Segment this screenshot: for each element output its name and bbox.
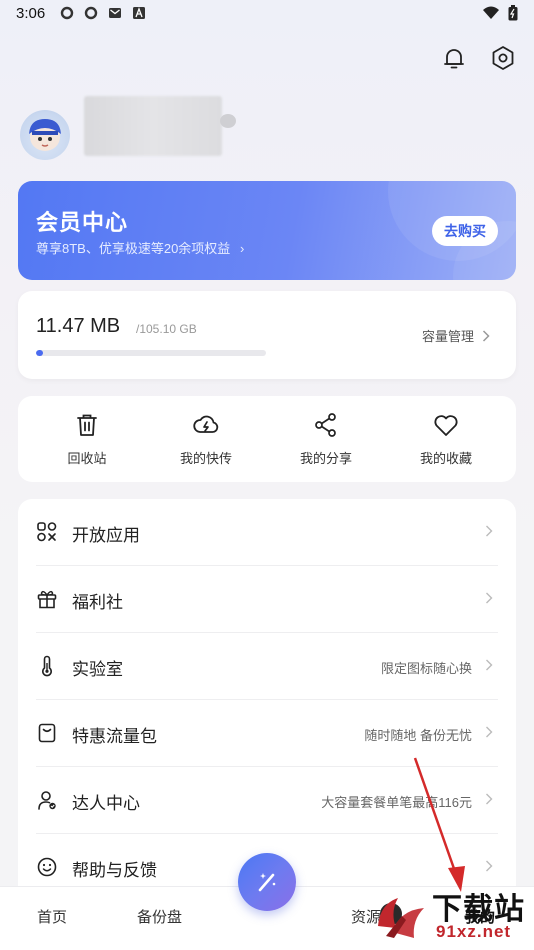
- menu-item-welfare[interactable]: 福利社: [18, 566, 516, 633]
- magic-wand-icon: [258, 873, 276, 892]
- settings-icon[interactable]: [489, 44, 517, 72]
- nav-tab-backup[interactable]: 备份盘: [137, 906, 182, 927]
- circle-sync-icon: [84, 6, 98, 20]
- vip-center-card[interactable]: 会员中心 尊享8TB、优享极速等20余项权益 › 去购买: [18, 181, 516, 280]
- chevron-right-icon: [486, 592, 493, 604]
- menu-item-label: 特惠流量包: [72, 727, 157, 746]
- user-level-badge: [220, 114, 236, 128]
- storage-total: /105.10 GB: [136, 322, 197, 336]
- chevron-right-icon: [486, 726, 493, 738]
- chevron-right-icon: [486, 659, 493, 671]
- quick-action-label: 我的分享: [299, 451, 352, 466]
- menu-item-label: 帮助与反馈: [72, 861, 157, 880]
- magic-center-button[interactable]: [238, 853, 296, 911]
- bell-icon[interactable]: [440, 44, 468, 72]
- status-notification-icons: [60, 6, 146, 20]
- mail-icon: [109, 8, 121, 18]
- quick-action-recycle-bin[interactable]: 回收站: [25, 396, 149, 482]
- storage-progress-bar: [36, 350, 266, 356]
- menu-item-hint: 随时随地 备份无忧: [364, 728, 472, 743]
- thermometer-icon: [42, 655, 52, 677]
- menu-item-label: 实验室: [72, 660, 123, 679]
- menu-item-hint: 大容量套餐单笔最高116元: [321, 795, 472, 810]
- quick-actions-card: 回收站 我的快传 我的分享 我的收藏: [18, 396, 516, 482]
- chevron-right-icon: [486, 860, 493, 872]
- chevron-right-icon: [486, 793, 493, 805]
- cloud-bolt-icon: [193, 415, 219, 433]
- quick-action-favorites[interactable]: 我的收藏: [384, 396, 508, 482]
- quick-action-fast-transfer[interactable]: 我的快传: [144, 396, 268, 482]
- gift-icon: [37, 590, 57, 609]
- quick-action-label: 回收站: [67, 451, 107, 466]
- trash-icon: [77, 414, 97, 436]
- nav-tab-home[interactable]: 首页: [37, 906, 67, 927]
- vip-subtitle[interactable]: 尊享8TB、优享极速等20余项权益 ›: [36, 238, 244, 257]
- smile-icon: [37, 857, 57, 877]
- buy-vip-button[interactable]: 去购买: [432, 216, 498, 246]
- menu-item-label: 开放应用: [72, 526, 140, 545]
- quick-action-label: 我的收藏: [419, 451, 472, 466]
- username-redacted: [84, 96, 222, 156]
- avatar-character-icon: [29, 119, 61, 151]
- avatar[interactable]: [20, 110, 70, 160]
- menu-item-hint: 限定图标随心换: [380, 661, 472, 676]
- apps-icon: [37, 522, 57, 542]
- circle-sync-icon: [60, 6, 74, 20]
- heart-icon: [434, 415, 458, 436]
- chevron-right-icon: [486, 525, 493, 537]
- menu-item-expert-center[interactable]: 达人中心 大容量套餐单笔最高116元: [18, 767, 516, 834]
- a-app-icon: [133, 7, 145, 19]
- menu-item-label: 达人中心: [72, 794, 140, 813]
- status-system-icons: [482, 5, 518, 21]
- sim-icon: [38, 723, 56, 743]
- chevron-right-icon: [482, 329, 490, 342]
- storage-manage-label: 容量管理: [421, 329, 474, 344]
- vip-subtitle-text: 尊享8TB、优享极速等20余项权益: [36, 241, 231, 256]
- quick-action-label: 我的快传: [179, 451, 232, 466]
- storage-card[interactable]: 11.47 MB /105.10 GB 容量管理: [18, 291, 516, 379]
- battery-icon: [508, 5, 518, 21]
- watermark-logo-icon: [378, 898, 424, 938]
- menu-item-data-package[interactable]: 特惠流量包 随时随地 备份无忧: [18, 700, 516, 767]
- site-watermark: 下载站 91xz.net: [372, 884, 534, 950]
- chevron-right-icon: ›: [239, 241, 245, 256]
- menu-item-open-apps[interactable]: 开放应用: [18, 499, 516, 566]
- storage-progress-fill: [36, 350, 43, 356]
- watermark-site: 91xz.net: [436, 922, 512, 941]
- storage-used: 11.47 MB: [36, 315, 121, 337]
- storage-manage-link[interactable]: 容量管理: [422, 326, 490, 345]
- user-badge-icon: [38, 791, 56, 810]
- vip-title: 会员中心: [36, 210, 129, 235]
- share-icon: [315, 413, 336, 437]
- menu-item-label: 福利社: [72, 593, 123, 612]
- quick-action-my-shares[interactable]: 我的分享: [264, 396, 388, 482]
- wifi-icon: [483, 6, 499, 19]
- status-time: 3:06: [16, 5, 46, 22]
- menu-item-lab[interactable]: 实验室 限定图标随心换: [18, 633, 516, 700]
- status-bar: 3:06: [0, 0, 534, 28]
